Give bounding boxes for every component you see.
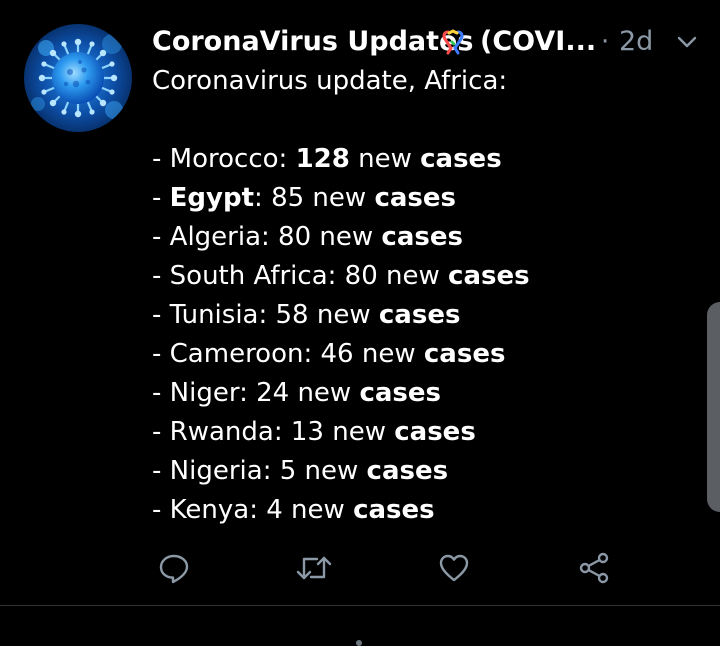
tweet-actions	[154, 548, 624, 588]
heart-icon	[439, 554, 469, 582]
case-new-text: new	[349, 144, 421, 174]
case-colon: :	[273, 417, 291, 447]
case-country: Egypt	[169, 183, 255, 213]
tweet-card[interactable]: CoronaVirus Updates (COVI... · 2d Corona…	[0, 0, 720, 606]
case-line: - Kenya: 4 new cases	[152, 491, 692, 530]
ribbon-emoji-icon	[442, 29, 464, 55]
case-count: 5	[279, 456, 297, 486]
case-line: - Cameroon: 46 new cases	[152, 335, 692, 374]
case-word: cases	[359, 378, 442, 408]
case-count: 80	[344, 261, 378, 291]
case-new-text: new	[282, 495, 354, 525]
case-count: 58	[275, 300, 309, 330]
case-dash: -	[152, 300, 170, 330]
dot-separator: ·	[601, 27, 610, 57]
retweet-button[interactable]	[294, 548, 334, 588]
case-country: Nigeria	[169, 456, 263, 486]
case-country: Niger	[169, 378, 240, 408]
case-line: - South Africa: 80 new cases	[152, 257, 692, 296]
case-word: cases	[378, 300, 461, 330]
case-count: 13	[290, 417, 324, 447]
tweet-divider	[0, 605, 720, 606]
case-colon: :	[261, 222, 279, 252]
case-new-text: new	[353, 339, 424, 369]
case-new-text: new	[377, 261, 449, 291]
case-count: 80	[278, 222, 312, 252]
display-name[interactable]: CoronaVirus Updates	[152, 24, 473, 60]
case-count: 85	[271, 183, 305, 213]
case-line: - Egypt: 85 new cases	[152, 179, 692, 218]
case-dash: -	[152, 495, 170, 525]
case-dash: -	[152, 183, 170, 213]
case-dash: -	[152, 144, 170, 174]
case-new-text: new	[311, 222, 382, 252]
case-line: - Nigeria: 5 new cases	[152, 452, 692, 491]
tweet-timestamp[interactable]: 2d	[619, 24, 653, 60]
case-word: cases	[420, 144, 502, 174]
case-dash: -	[152, 456, 170, 486]
case-word: cases	[448, 261, 530, 291]
case-line: - Niger: 24 new cases	[152, 374, 692, 413]
case-country: South Africa	[169, 261, 328, 291]
case-line: - Rwanda: 13 new cases	[152, 413, 692, 452]
share-icon	[579, 552, 609, 584]
case-colon: :	[258, 300, 276, 330]
case-country: Rwanda	[169, 417, 274, 447]
case-count: 46	[320, 339, 354, 369]
case-word: cases	[423, 339, 506, 369]
case-country: Morocco	[169, 144, 279, 174]
case-new-text: new	[304, 183, 375, 213]
case-country: Tunisia	[169, 300, 259, 330]
case-new-text: new	[323, 417, 395, 447]
case-line: - Morocco: 128 new cases	[152, 140, 692, 179]
reply-icon	[159, 554, 189, 584]
reply-button[interactable]	[154, 548, 194, 588]
case-new-text: new	[296, 456, 367, 486]
case-dash: -	[152, 378, 170, 408]
case-word: cases	[394, 417, 476, 447]
case-line: - Algeria: 80 new cases	[152, 218, 692, 257]
case-count: 24	[256, 378, 290, 408]
display-name-suffix[interactable]: (COVI...	[480, 24, 596, 60]
case-new-text: new	[289, 378, 360, 408]
loading-dot	[356, 640, 362, 646]
case-count: 128	[295, 144, 350, 174]
chevron-down-icon[interactable]	[675, 30, 699, 54]
case-country: Kenya	[169, 495, 250, 525]
case-dash: -	[152, 261, 170, 291]
case-word: cases	[381, 222, 463, 252]
tweet-header: CoronaVirus Updates (COVI... · 2d	[152, 24, 702, 60]
case-colon: :	[249, 495, 267, 525]
share-button[interactable]	[574, 548, 614, 588]
case-colon: :	[262, 456, 280, 486]
case-colon: :	[303, 339, 321, 369]
retweet-icon	[296, 556, 332, 580]
case-colon: :	[327, 261, 345, 291]
tweet-text: Coronavirus update, Africa: - Morocco: 1…	[152, 62, 692, 530]
tweet-intro: Coronavirus update, Africa:	[152, 66, 508, 96]
scroll-handle[interactable]	[707, 302, 720, 512]
case-count: 4	[266, 495, 283, 525]
case-dash: -	[152, 339, 170, 369]
case-word: cases	[366, 456, 449, 486]
case-dash: -	[152, 222, 170, 252]
case-country: Algeria	[169, 222, 262, 252]
case-dash: -	[152, 417, 170, 447]
case-colon: :	[254, 183, 272, 213]
virus-avatar-icon	[24, 24, 132, 132]
case-word: cases	[374, 183, 456, 213]
case-new-text: new	[308, 300, 379, 330]
case-country: Cameroon	[169, 339, 304, 369]
case-colon: :	[239, 378, 257, 408]
case-colon: :	[278, 144, 296, 174]
case-word: cases	[353, 495, 435, 525]
case-line: - Tunisia: 58 new cases	[152, 296, 692, 335]
avatar[interactable]	[24, 24, 132, 132]
case-list: - Morocco: 128 new cases - Egypt: 85 new …	[152, 140, 692, 530]
like-button[interactable]	[434, 548, 474, 588]
